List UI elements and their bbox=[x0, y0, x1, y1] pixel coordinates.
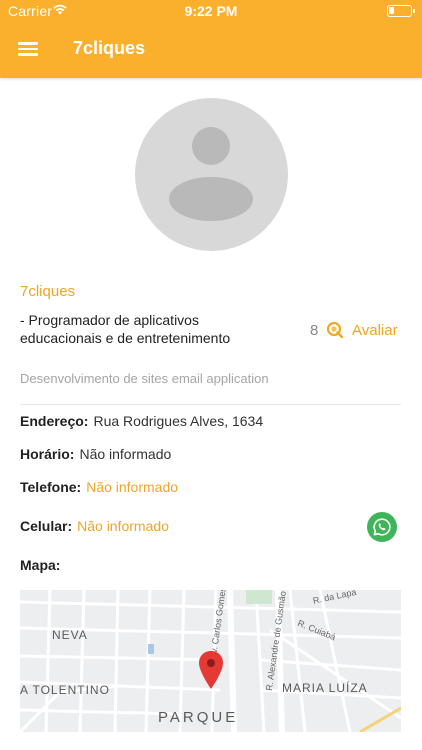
avatar-head bbox=[192, 127, 230, 165]
map-row: Mapa: bbox=[20, 557, 65, 573]
map-label: Mapa: bbox=[20, 557, 61, 573]
address-value: Rua Rodrigues Alves, 1634 bbox=[93, 413, 264, 429]
whatsapp-icon bbox=[373, 518, 391, 536]
hours-row: Horário: Não informado bbox=[20, 446, 171, 462]
hamburger-menu-icon[interactable] bbox=[16, 38, 42, 60]
battery-icon bbox=[387, 5, 415, 17]
map-pin-icon bbox=[199, 651, 223, 689]
phone-link[interactable]: Não informado bbox=[86, 479, 178, 495]
avatar-body bbox=[169, 177, 253, 221]
page-title: 7cliques bbox=[73, 38, 146, 58]
map-neighborhood-label: NEVA bbox=[52, 628, 88, 642]
whatsapp-button[interactable] bbox=[367, 512, 397, 542]
avatar bbox=[135, 98, 288, 251]
profile-tagline: Desenvolvimento de sites email applicati… bbox=[20, 371, 269, 386]
mobile-link[interactable]: Não informado bbox=[77, 518, 169, 534]
rating-count: 8 bbox=[310, 322, 319, 339]
app-header: Carrier 9:22 PM 7cliques bbox=[0, 0, 422, 78]
phone-row: Telefone: Não informado bbox=[20, 479, 178, 495]
mobile-label: Celular: bbox=[20, 518, 73, 534]
address-label: Endereço: bbox=[20, 413, 89, 429]
address-row: Endereço: Rua Rodrigues Alves, 1634 bbox=[20, 413, 263, 429]
profile-name: 7cliques bbox=[20, 283, 76, 300]
map-neighborhood-label: PARQUE bbox=[158, 709, 239, 726]
hours-label: Horário: bbox=[20, 446, 75, 462]
hours-value: Não informado bbox=[79, 446, 172, 462]
status-bar: Carrier 9:22 PM bbox=[0, 0, 422, 22]
status-time: 9:22 PM bbox=[184, 3, 238, 19]
map-neighborhood-label: A TOLENTINO bbox=[20, 683, 110, 697]
mobile-row: Celular: Não informado bbox=[20, 518, 169, 534]
phone-label: Telefone: bbox=[20, 479, 82, 495]
rate-button[interactable]: Avaliar bbox=[352, 322, 398, 339]
location-map[interactable]: NEVA A TOLENTINO MARIA LUÍZA PARQUE Av. … bbox=[20, 590, 401, 732]
divider bbox=[20, 404, 401, 405]
map-neighborhood-label: MARIA LUÍZA bbox=[282, 681, 368, 695]
profile-description: - Programador de aplicativos educacionai… bbox=[20, 312, 231, 346]
rating-icon bbox=[326, 321, 344, 339]
